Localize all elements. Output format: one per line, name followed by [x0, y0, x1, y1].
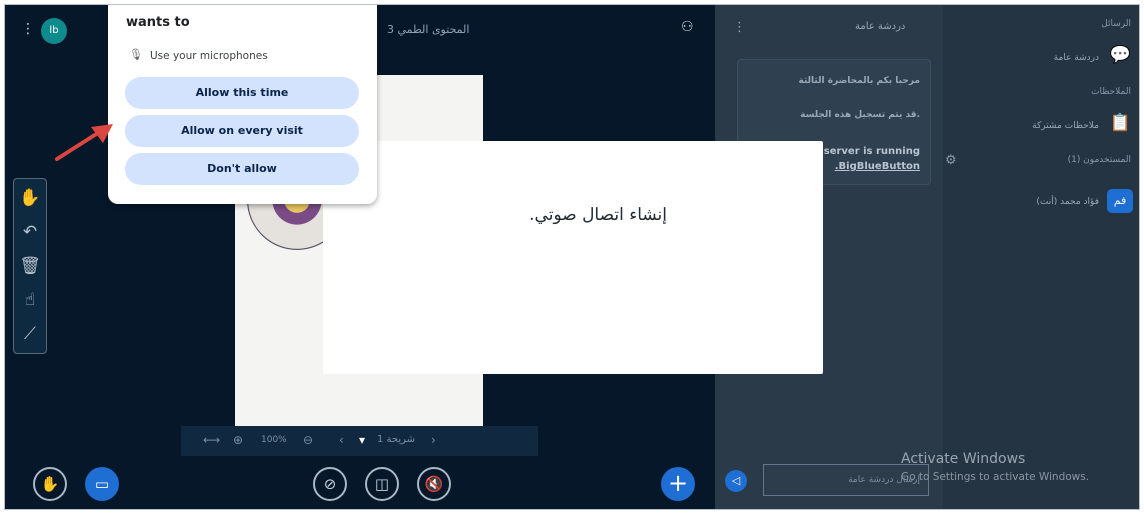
audio-button[interactable]: 🔇 — [417, 467, 451, 501]
permission-popup: wants to 🎙 Use your microphones Allow th… — [108, 5, 377, 204]
modal-message: إنشاء اتصال صوتي. — [529, 205, 667, 225]
next-slide-icon[interactable]: › — [431, 433, 436, 447]
previous-slide-icon[interactable]: ‹ — [339, 433, 344, 447]
public-chat-item[interactable]: دردشة عامة — [1054, 53, 1099, 63]
zoom-level: 100% — [261, 435, 287, 445]
activate-windows-title: Activate Windows — [901, 451, 1026, 467]
actions-plus-button[interactable]: + — [661, 467, 695, 501]
pointer-icon[interactable]: ☝ — [14, 283, 46, 317]
raise-hand-button[interactable]: ✋ — [33, 467, 67, 501]
notes-label: الملاحظات — [1091, 87, 1131, 97]
gear-icon[interactable]: ⚙ — [945, 153, 957, 168]
chat-bubble-icon: 💬 — [1109, 45, 1131, 65]
fit-to-width-icon[interactable]: ⟷ — [203, 433, 220, 447]
avatar: فم — [1107, 189, 1133, 213]
microphone-icon: 🎙 — [129, 48, 143, 61]
chat-title[interactable]: دردشة عامة — [855, 21, 905, 32]
allow-every-visit-button[interactable]: Allow on every visit — [125, 115, 359, 147]
user-list-item[interactable]: فؤاد محمد (أنت) — [1036, 197, 1099, 207]
shared-notes-item[interactable]: ملاحظات مشتركة — [1032, 121, 1099, 131]
hand-icon[interactable]: ✋ — [14, 181, 46, 215]
allow-this-time-button[interactable]: Allow this time — [125, 77, 359, 109]
undo-icon[interactable]: ↶ — [14, 215, 46, 249]
activate-windows-subtitle: Go to Settings to activate Windows. — [901, 471, 1090, 483]
screen-share-button[interactable]: ⊘ — [313, 467, 347, 501]
user-list-icon[interactable]: ⚇ — [681, 19, 694, 35]
zoom-out-icon[interactable]: ⊖ — [303, 433, 313, 447]
red-arrow-annotation — [55, 124, 113, 161]
whiteboard-toolbar: ✋ ↶ 🗑 ☝ ⟋ — [13, 178, 47, 354]
screen-frame: ⋮ lb المحتوى الطمي 3 ⚇ ✋ ↶ 🗑 ☝ ⟋ ⟷ ⊕ 100… — [4, 4, 1140, 510]
chat-link[interactable]: .BigBlueButton — [835, 161, 920, 172]
slide-navigation-bar: ⟷ ⊕ 100% ⊖ ‹ ▾ شريحة 1 › — [181, 426, 538, 456]
chat-message: قد يتم تسجيل هذه الجلسة. — [800, 110, 920, 120]
audio-connecting-modal: إنشاء اتصال صوتي. — [323, 141, 823, 374]
chat-options-icon[interactable]: ⋮ — [733, 20, 746, 35]
app-logo[interactable]: lb — [41, 18, 67, 44]
slide-selector[interactable]: شريحة 1 — [377, 434, 415, 445]
trash-icon[interactable]: 🗑 — [14, 249, 46, 283]
presentation-title: المحتوى الطمي 3 — [387, 23, 470, 36]
send-message-button[interactable]: ◁ — [725, 470, 747, 492]
dont-allow-button[interactable]: Don't allow — [125, 153, 359, 185]
kebab-menu-icon[interactable]: ⋮ — [21, 21, 35, 37]
arrow-shaft — [55, 129, 103, 161]
microphone-label: Use your microphones — [150, 50, 268, 62]
camera-button[interactable]: ◫ — [365, 467, 399, 501]
users-panel: الرسائل 💬 دردشة عامة الملاحظات 📋 ملاحظات… — [943, 5, 1139, 509]
zoom-in-icon[interactable]: ⊕ — [233, 433, 243, 447]
slide-dropdown-icon[interactable]: ▾ — [359, 433, 365, 447]
messages-label: الرسائل — [1101, 19, 1131, 29]
presentation-button[interactable]: ▭ — [85, 467, 119, 501]
chart-icon[interactable]: ⟋ — [14, 317, 46, 351]
chat-message: مرحبا بكم بالمحاضرة الثالثة — [798, 76, 920, 86]
notes-icon: 📋 — [1109, 113, 1131, 133]
users-label: المستخدمون (1) — [1067, 155, 1131, 165]
popup-heading: wants to — [126, 15, 190, 30]
chat-message: is server is running — [810, 146, 920, 157]
